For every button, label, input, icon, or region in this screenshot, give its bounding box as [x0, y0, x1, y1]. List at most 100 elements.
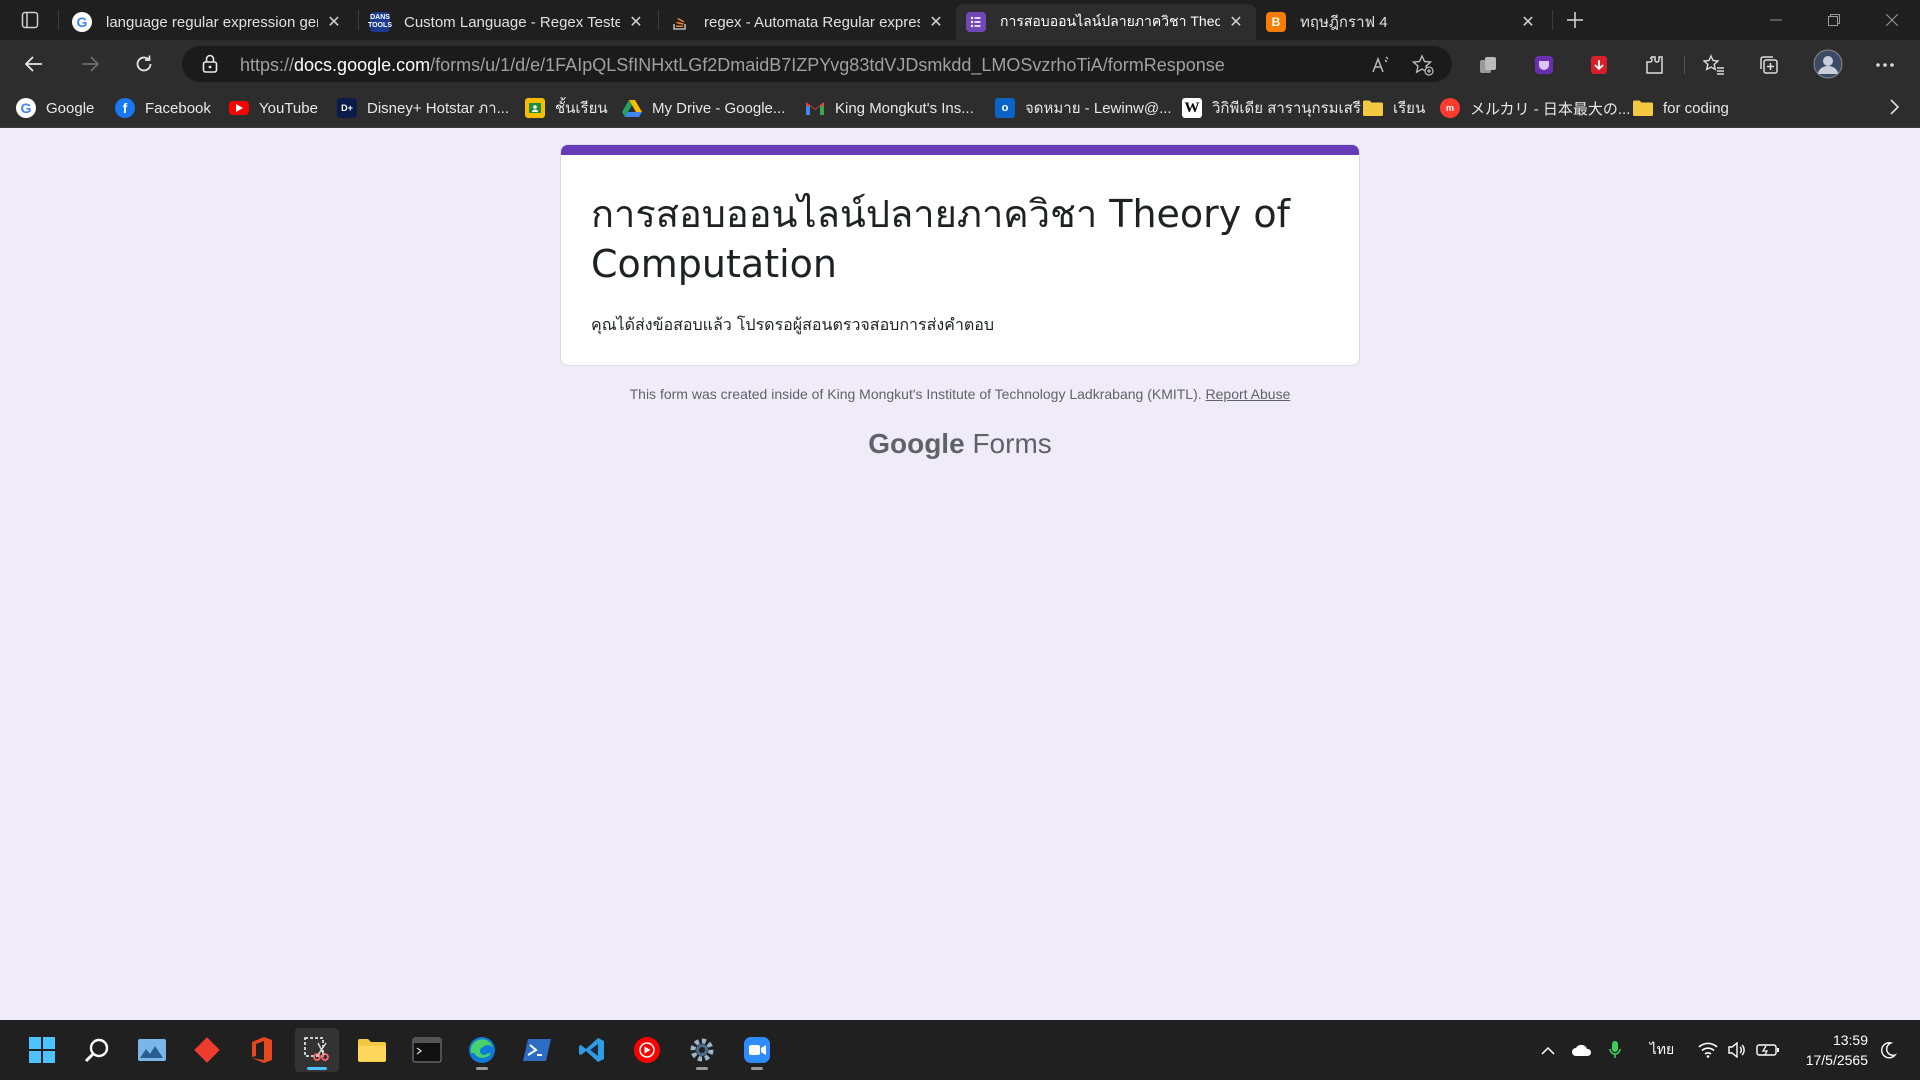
- restore-icon[interactable]: [1806, 0, 1862, 40]
- youtube-music-icon[interactable]: [625, 1028, 669, 1072]
- tab-google-search[interactable]: G language regular expression gen ✕: [62, 4, 354, 40]
- bookmark-gmail[interactable]: King Mongkut's Ins...: [805, 96, 974, 120]
- bookmark-label: ชั้นเรียน: [555, 100, 608, 117]
- form-accent-bar: [561, 145, 1359, 155]
- tab-title: language regular expression gen: [106, 13, 318, 31]
- bookmark-label: YouTube: [259, 99, 318, 117]
- refresh-button[interactable]: [126, 48, 162, 80]
- tab-divider: [58, 10, 59, 30]
- bookmark-label: メルカリ - 日本最大の...: [1470, 100, 1631, 118]
- close-icon[interactable]: ✕: [926, 12, 946, 32]
- zoom-icon[interactable]: [735, 1028, 779, 1072]
- bookmark-folder-coding[interactable]: for coding: [1633, 96, 1729, 120]
- page-content: การสอบออนไลน์ปลายภาควิชา Theory of Compu…: [0, 128, 1920, 1020]
- close-icon[interactable]: ✕: [626, 12, 646, 32]
- bookmark-label: King Mongkut's Ins...: [835, 99, 974, 117]
- hotstar-icon: D+: [337, 98, 357, 118]
- tab-divider: [1552, 10, 1553, 30]
- focus-moon-icon[interactable]: [1874, 1038, 1902, 1062]
- edge-icon[interactable]: [460, 1028, 504, 1072]
- avatar[interactable]: [1812, 48, 1844, 80]
- close-icon[interactable]: ✕: [1226, 12, 1246, 32]
- chevron-up-icon[interactable]: [1536, 1038, 1560, 1062]
- clock-time: 13:59: [1832, 1032, 1868, 1048]
- purple-extension-icon[interactable]: [1531, 52, 1557, 78]
- download-ext-icon[interactable]: [1586, 52, 1612, 78]
- vscode-icon[interactable]: [570, 1028, 614, 1072]
- back-button[interactable]: [16, 48, 52, 80]
- form-title: การสอบออนไลน์ปลายภาควิชา Theory of Compu…: [591, 192, 1290, 286]
- git-icon[interactable]: [185, 1028, 229, 1072]
- snipping-tool-icon[interactable]: [295, 1028, 339, 1072]
- system-clock[interactable]: 13:59 17/5/2565: [1806, 1030, 1868, 1070]
- collections-icon[interactable]: [1756, 52, 1782, 78]
- bookmark-label: Disney+ Hotstar ภา...: [367, 100, 510, 117]
- volume-icon[interactable]: [1726, 1038, 1748, 1062]
- gmail-icon: [805, 98, 825, 118]
- extensions-icon[interactable]: [1641, 52, 1667, 78]
- bookmark-folder-study[interactable]: เรียน: [1363, 96, 1425, 120]
- running-indicator: [696, 1067, 708, 1070]
- bookmark-wikipedia[interactable]: W วิกิพีเดีย สารานุกรมเสรี: [1182, 96, 1361, 120]
- close-icon[interactable]: ✕: [1518, 12, 1538, 32]
- terminal-icon[interactable]: [405, 1028, 449, 1072]
- bookmark-youtube[interactable]: YouTube: [229, 96, 318, 120]
- bookmark-label: จดหมาย - Lewinw@...: [1025, 100, 1172, 117]
- language-indicator[interactable]: ไทย: [1644, 1038, 1680, 1062]
- minimize-icon[interactable]: [1748, 0, 1804, 40]
- address-bar[interactable]: https://docs.google.com/forms/u/1/d/e/1F…: [182, 46, 1452, 82]
- bookmark-drive[interactable]: My Drive - Google...: [622, 96, 785, 120]
- youtube-icon: [229, 101, 249, 115]
- bookmark-hotstar[interactable]: D+ Disney+ Hotstar ภา...: [337, 96, 509, 120]
- battery-icon[interactable]: [1755, 1038, 1781, 1062]
- close-window-icon[interactable]: [1864, 0, 1920, 40]
- browser-toolbar: https://docs.google.com/forms/u/1/d/e/1F…: [0, 40, 1920, 88]
- bookmark-facebook[interactable]: f Facebook: [115, 96, 211, 120]
- powershell-icon[interactable]: [515, 1028, 559, 1072]
- windows-start-icon[interactable]: [20, 1028, 64, 1072]
- office-icon[interactable]: [240, 1028, 284, 1072]
- tab-stackoverflow[interactable]: regex - Automata Regular expres ✕: [660, 4, 956, 40]
- wikipedia-icon: W: [1182, 98, 1202, 118]
- onedrive-icon[interactable]: [1568, 1038, 1596, 1062]
- tab-blogger[interactable]: B ทฤษฎีกราฟ 4 ✕: [1256, 4, 1548, 40]
- read-aloud-icon[interactable]: [1370, 54, 1392, 76]
- file-explorer-icon[interactable]: [350, 1028, 394, 1072]
- new-tab-button[interactable]: [1560, 6, 1590, 34]
- bookmark-google[interactable]: G Google: [16, 96, 94, 120]
- tab-divider: [658, 10, 659, 30]
- bookmark-outlook[interactable]: o จดหมาย - Lewinw@...: [995, 96, 1172, 120]
- forward-button[interactable]: [72, 48, 108, 80]
- chevron-right-icon[interactable]: [1888, 98, 1900, 121]
- dans-tools-icon: DANS TOOLS: [368, 12, 392, 32]
- tab-title: Custom Language - Regex Tester: [404, 13, 620, 31]
- url-text[interactable]: https://docs.google.com/forms/u/1/d/e/1F…: [240, 55, 1225, 76]
- bookmark-mercari[interactable]: m メルカリ - 日本最大の...: [1440, 96, 1630, 120]
- tab-title: regex - Automata Regular expres: [704, 13, 920, 31]
- wifi-icon[interactable]: [1696, 1038, 1720, 1062]
- bookmark-classroom[interactable]: ชั้นเรียน: [525, 96, 608, 120]
- tab-regex-tester[interactable]: DANS TOOLS Custom Language - Regex Tester…: [360, 4, 656, 40]
- collections-ext-icon[interactable]: [1475, 52, 1501, 78]
- running-indicator: [751, 1067, 763, 1070]
- tab-divider: [358, 10, 359, 30]
- lock-icon[interactable]: [202, 54, 218, 79]
- facebook-icon: f: [115, 98, 135, 118]
- settings-icon[interactable]: [680, 1028, 724, 1072]
- microphone-icon[interactable]: [1604, 1038, 1626, 1062]
- favorites-icon[interactable]: [1701, 52, 1727, 78]
- close-icon[interactable]: ✕: [324, 12, 344, 32]
- photos-icon[interactable]: [130, 1028, 174, 1072]
- add-favorite-icon[interactable]: [1412, 54, 1434, 76]
- tab-actions-icon[interactable]: [12, 6, 48, 34]
- search-icon[interactable]: [75, 1028, 119, 1072]
- google-forms-logo[interactable]: Google Forms: [0, 428, 1920, 460]
- outlook-icon: o: [995, 98, 1015, 118]
- report-abuse-link[interactable]: Report Abuse: [1206, 386, 1291, 402]
- taskbar: ไทย 13:59 17/5/2565: [0, 1020, 1920, 1080]
- tab-google-forms[interactable]: การสอบออนไลน์ปลายภาควิชา Theory ✕: [956, 4, 1256, 40]
- google-forms-icon: [966, 12, 986, 32]
- form-card: การสอบออนไลน์ปลายภาควิชา Theory of Compu…: [560, 144, 1360, 366]
- more-options-icon[interactable]: [1872, 52, 1898, 78]
- mercari-icon: m: [1440, 98, 1460, 118]
